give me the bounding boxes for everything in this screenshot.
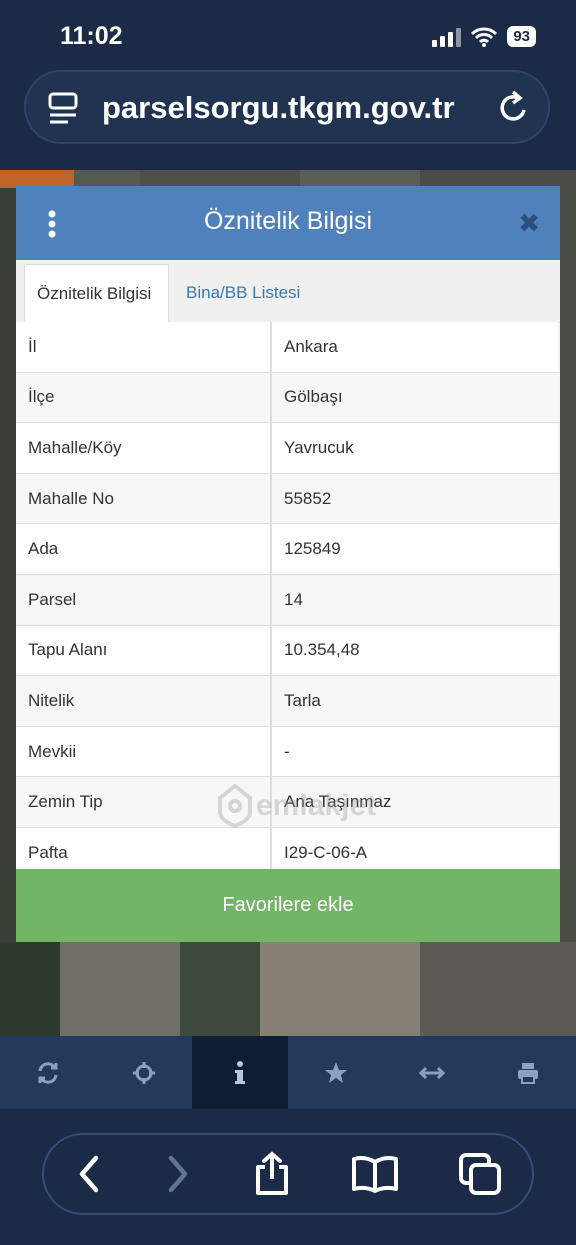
- row-value: 125849: [272, 524, 558, 574]
- info-tool[interactable]: [192, 1036, 288, 1109]
- row-key: Ada: [16, 524, 272, 574]
- status-icons: 93: [432, 26, 536, 47]
- browser-top-area: 11:02 93 parselsorgu.tkgm.gov.tr: [0, 0, 576, 170]
- row-value: Tarla: [272, 676, 558, 726]
- refresh-tool[interactable]: [0, 1036, 96, 1109]
- page-settings-icon[interactable]: [48, 92, 80, 126]
- print-icon: [518, 1062, 538, 1084]
- close-icon[interactable]: ✖: [518, 210, 540, 236]
- url-bar[interactable]: parselsorgu.tkgm.gov.tr: [24, 70, 550, 144]
- print-tool[interactable]: [480, 1036, 576, 1109]
- dialog-header: Öznitelik Bilgisi ✖: [16, 186, 560, 260]
- table-row: Ada 125849: [16, 524, 560, 575]
- row-key: Nitelik: [16, 676, 272, 726]
- table-row: Parsel 14: [16, 574, 560, 626]
- share-icon[interactable]: [253, 1151, 291, 1197]
- status-time: 11:02: [60, 22, 123, 50]
- table-row: Mahalle/Köy Yavrucuk: [16, 423, 560, 474]
- crosshair-icon: [133, 1061, 155, 1084]
- table-row: İl Ankara: [16, 322, 560, 373]
- horizontal-arrows-icon: [419, 1066, 445, 1079]
- row-key: Mevkii: [16, 726, 272, 777]
- map-bottom-area[interactable]: [0, 942, 576, 1036]
- add-to-favorites-button[interactable]: Favorilere ekle: [16, 869, 560, 942]
- forward-icon[interactable]: [163, 1154, 193, 1194]
- row-key: Tapu Alanı: [16, 625, 272, 676]
- row-key: Mahalle/Köy: [16, 423, 272, 473]
- tab-attribute-info[interactable]: Öznitelik Bilgisi: [24, 264, 169, 322]
- row-key: Parsel: [16, 574, 272, 625]
- reload-icon[interactable]: [496, 88, 532, 126]
- watermark-text: emlakjet: [256, 789, 377, 822]
- cellular-signal-icon: [432, 27, 462, 47]
- bookmarks-icon[interactable]: [351, 1154, 399, 1194]
- tabs-icon[interactable]: [458, 1152, 502, 1196]
- dialog-tabs: Öznitelik Bilgisi Bina/BB Listesi: [16, 260, 560, 323]
- map-toolbar: [0, 1036, 576, 1109]
- star-icon: [325, 1061, 347, 1083]
- table-row: Tapu Alanı 10.354,48: [16, 625, 560, 677]
- url-text[interactable]: parselsorgu.tkgm.gov.tr: [102, 90, 455, 126]
- row-key: İlçe: [16, 372, 272, 423]
- dialog-title: Öznitelik Bilgisi: [203, 207, 373, 235]
- row-value: Ankara: [272, 322, 558, 372]
- row-value: -: [272, 726, 558, 777]
- refresh-icon: [38, 1061, 58, 1084]
- info-icon: [235, 1060, 245, 1084]
- browser-nav: [42, 1133, 534, 1215]
- back-icon[interactable]: [74, 1154, 104, 1194]
- row-value: 55852: [272, 473, 558, 524]
- row-key: Mahalle No: [16, 473, 272, 524]
- row-key: İl: [16, 322, 272, 372]
- table-row: Nitelik Tarla: [16, 676, 560, 727]
- table-row: Mahalle No 55852: [16, 473, 560, 525]
- browser-bottom-bar: [0, 1109, 576, 1245]
- attribute-dialog: Öznitelik Bilgisi ✖ Öznitelik Bilgisi Bi…: [16, 186, 560, 942]
- locate-tool[interactable]: [96, 1036, 192, 1109]
- measure-tool[interactable]: [384, 1036, 480, 1109]
- location-pin-icon: [218, 784, 252, 828]
- row-value: 10.354,48: [272, 625, 558, 676]
- tab-building-list[interactable]: Bina/BB Listesi: [174, 264, 312, 322]
- battery-icon: 93: [507, 26, 536, 47]
- row-value: 14: [272, 574, 558, 625]
- table-row: İlçe Gölbaşı: [16, 372, 560, 424]
- table-row: Mevkii -: [16, 726, 560, 778]
- wifi-icon: [471, 27, 498, 47]
- row-value: Gölbaşı: [272, 372, 558, 423]
- watermark-logo: emlakjet: [218, 784, 376, 828]
- row-value: Yavrucuk: [272, 423, 558, 473]
- favorites-tool[interactable]: [288, 1036, 384, 1109]
